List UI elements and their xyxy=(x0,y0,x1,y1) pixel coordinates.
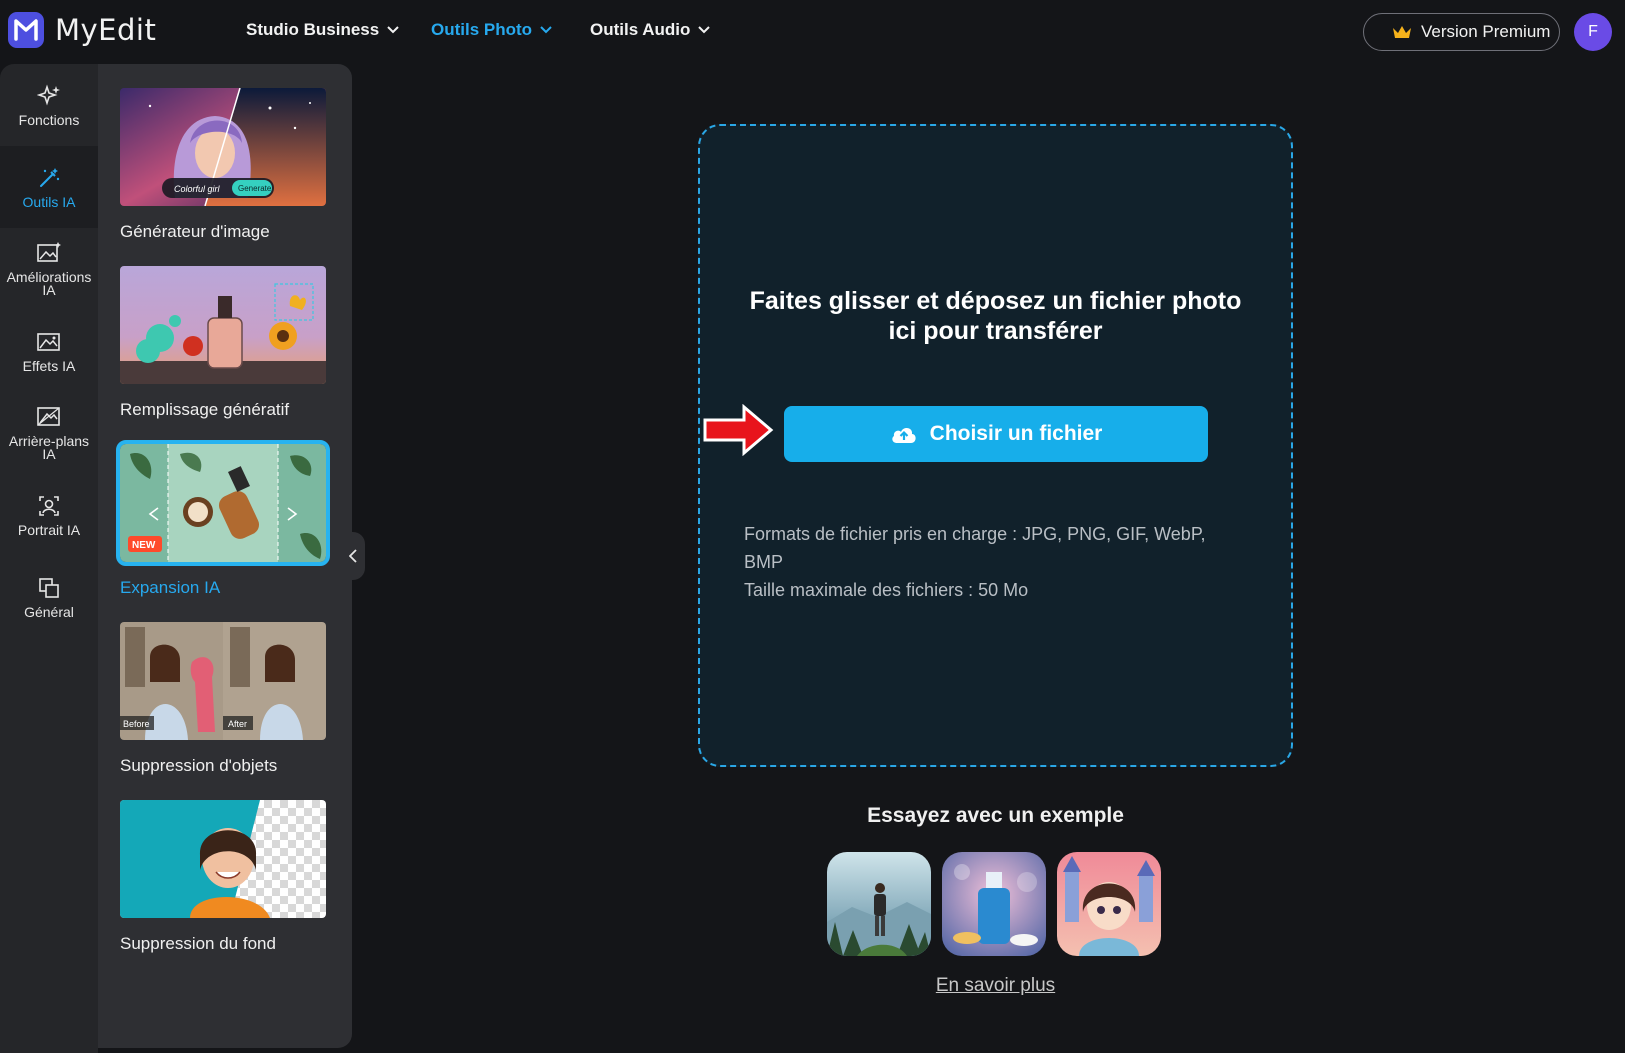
chevron-down-icon xyxy=(387,26,399,34)
cloud-upload-icon xyxy=(891,428,916,443)
image-effect-icon xyxy=(37,332,60,351)
avatar-initial: F xyxy=(1588,23,1598,40)
tools-panel: Colorful girl Generate Générateur d'imag… xyxy=(98,64,352,1048)
ai-expansion-thumbnail: NEW xyxy=(116,440,330,566)
red-arrow-icon xyxy=(703,404,774,456)
example-image-anime-girl[interactable] xyxy=(1057,852,1161,956)
dropzone-title-line-2: ici pour transférer xyxy=(888,317,1103,345)
nav-studio-business[interactable]: Studio Business xyxy=(246,20,399,40)
layers-icon xyxy=(39,577,59,598)
upload-dropzone[interactable]: Faites glisser et déposez un fichier pho… xyxy=(698,124,1293,767)
portrait-icon xyxy=(39,495,59,516)
nav-outils-audio[interactable]: Outils Audio xyxy=(590,20,711,40)
tool-label: Expansion IA xyxy=(120,578,221,597)
nav-outils-photo[interactable]: Outils Photo xyxy=(431,20,552,40)
object-removal-thumbnail: Before After xyxy=(120,622,326,740)
tool-image-generator[interactable]: Colorful girl Generate Générateur d'imag… xyxy=(120,88,326,242)
learn-more-link[interactable]: En savoir plus xyxy=(698,975,1293,997)
tool-label: Suppression d'objets xyxy=(120,756,278,775)
nav-label: Outils Photo xyxy=(431,20,533,39)
example-image-product-bottle[interactable] xyxy=(942,852,1046,956)
app-logo[interactable]: MyEdit xyxy=(8,12,156,48)
rail-label-2: IA xyxy=(42,446,56,462)
rail-label: Effets IA xyxy=(22,357,76,374)
new-badge: NEW xyxy=(132,540,156,551)
rail-label: Outils IA xyxy=(22,193,76,210)
tool-ai-expansion[interactable]: NEW Expansion IA xyxy=(116,440,330,598)
sparkle-icon xyxy=(37,83,60,106)
myedit-logo-icon xyxy=(8,12,44,48)
choose-file-label: Choisir un fichier xyxy=(929,422,1103,445)
user-avatar[interactable]: F xyxy=(1574,13,1612,51)
nav-label: Outils Audio xyxy=(590,20,691,39)
magic-wand-icon xyxy=(40,167,60,187)
dropzone-title-line-1: Faites glisser et déposez un fichier pho… xyxy=(749,287,1242,315)
tool-label: Générateur d'image xyxy=(120,222,270,241)
supported-formats-line-2: BMP xyxy=(744,552,784,572)
example-image-mountain-hiker[interactable] xyxy=(827,852,931,956)
rail-item-fonctions[interactable]: Fonctions xyxy=(0,64,98,146)
tool-label: Suppression du fond xyxy=(120,934,276,953)
collapse-panel-button[interactable] xyxy=(341,532,365,580)
file-info: Formats de fichier pris en charge : JPG,… xyxy=(744,520,1244,604)
rail-label: Général xyxy=(24,603,74,620)
rail-item-outils-ia[interactable]: Outils IA xyxy=(0,146,98,228)
generative-fill-thumbnail xyxy=(120,266,326,384)
tool-object-removal[interactable]: Before After Suppression d'objets xyxy=(120,622,326,776)
choose-file-button[interactable]: Choisir un fichier xyxy=(784,406,1208,462)
crown-icon xyxy=(1393,26,1411,38)
rail-item-effets-ia[interactable]: Effets IA xyxy=(0,310,98,392)
thumb-prompt-text: Colorful girl xyxy=(174,184,221,194)
chevron-left-icon xyxy=(349,549,357,563)
app-name: MyEdit xyxy=(55,13,157,47)
thumb-generate-text: Generate xyxy=(238,184,272,193)
top-bar: MyEdit Studio Business Outils Photo Outi… xyxy=(0,0,1625,64)
background-icon xyxy=(37,407,60,426)
image-enhance-icon xyxy=(37,242,61,262)
premium-label: Version Premium xyxy=(1421,22,1551,41)
image-generator-thumbnail: Colorful girl Generate xyxy=(120,88,326,206)
rail-label: Portrait IA xyxy=(17,521,81,538)
dropzone-title: Faites glisser et déposez un fichier pho… xyxy=(700,286,1291,346)
tool-generative-fill[interactable]: Remplissage génératif xyxy=(120,266,326,420)
rail-label: Fonctions xyxy=(18,111,80,128)
category-rail: Fonctions Outils IA Améliorations IA Eff… xyxy=(0,64,98,1053)
rail-item-portrait-ia[interactable]: Portrait IA xyxy=(0,474,98,556)
rail-item-ameliorations-ia[interactable]: Améliorations IA xyxy=(0,228,98,310)
tool-background-removal[interactable]: Suppression du fond xyxy=(120,800,326,954)
max-file-size: Taille maximale des fichiers : 50 Mo xyxy=(744,580,1029,600)
examples-title: Essayez avec un exemple xyxy=(867,804,1124,827)
rail-label-2: IA xyxy=(42,282,56,298)
nav-label: Studio Business xyxy=(246,20,380,39)
tool-label: Remplissage génératif xyxy=(120,400,290,419)
thumb-before-text: Before xyxy=(123,719,150,729)
supported-formats-line-1: Formats de fichier pris en charge : JPG,… xyxy=(744,524,1206,544)
thumb-after-text: After xyxy=(228,719,247,729)
rail-item-arriere-plans-ia[interactable]: Arrière-plans IA xyxy=(0,392,98,474)
rail-item-general[interactable]: Général xyxy=(0,556,98,638)
chevron-down-icon xyxy=(698,26,711,34)
chevron-down-icon xyxy=(540,26,552,34)
premium-button[interactable]: Version Premium xyxy=(1363,13,1560,51)
background-removal-thumbnail xyxy=(120,800,326,918)
